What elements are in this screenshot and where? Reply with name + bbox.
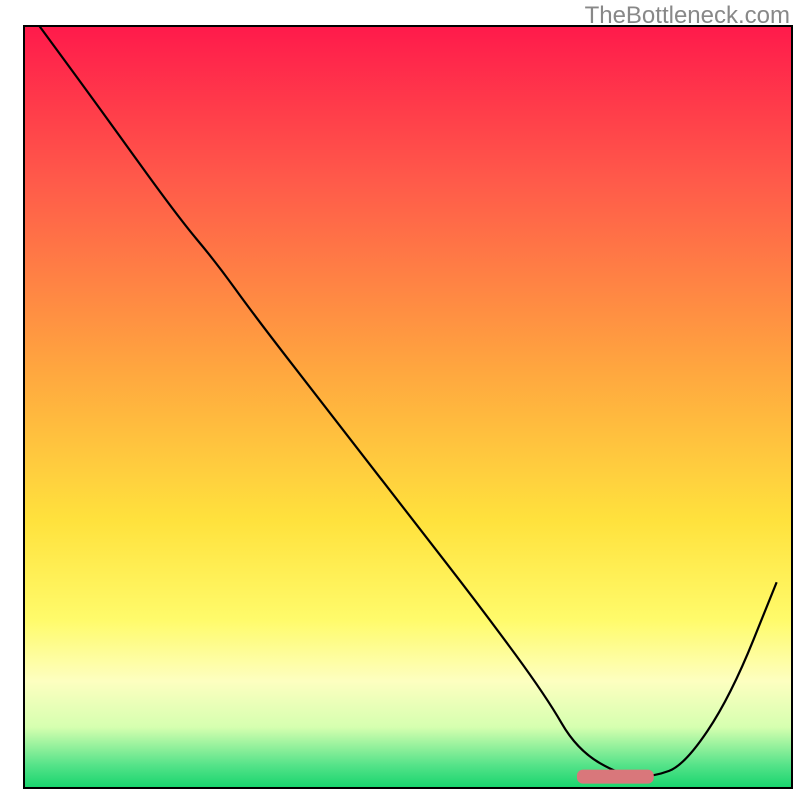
bottleneck-chart [0, 0, 800, 800]
watermark-text: TheBottleneck.com [585, 2, 790, 30]
gradient-background [24, 26, 792, 788]
optimal-marker [577, 770, 654, 784]
chart-container: TheBottleneck.com [0, 0, 800, 800]
